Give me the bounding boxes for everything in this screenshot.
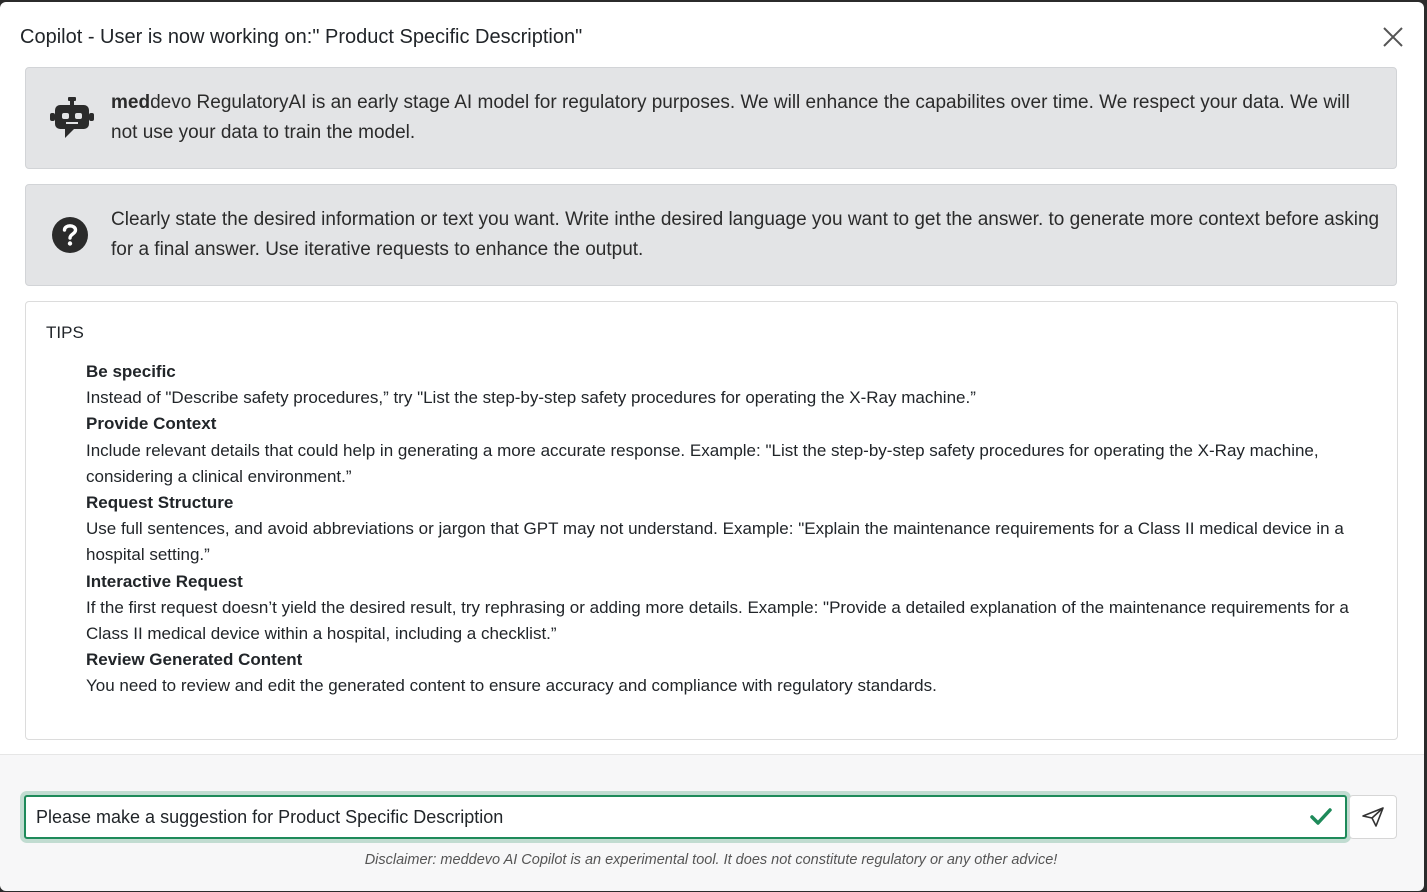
- tip-body: If the first request doesn’t yield the d…: [86, 597, 1349, 644]
- ai-notice-body: RegulatoryAI is an early stage AI model …: [111, 92, 1350, 143]
- tip-body: Include relevant details that could help…: [86, 440, 1319, 486]
- brand-bold: med: [111, 92, 151, 113]
- tip-heading: Be specific: [86, 362, 176, 381]
- tip-heading: Review Generated Content: [86, 650, 303, 670]
- tip-item: Request Structure Use full sentences, an…: [86, 490, 1386, 569]
- help-notice: Clearly state the desired information or…: [25, 184, 1397, 286]
- close-button[interactable]: [1380, 24, 1406, 50]
- tips-panel: TIPS Be specific Instead of "Describe sa…: [25, 301, 1398, 740]
- question-circle-icon: [48, 211, 96, 259]
- robot-icon: [48, 94, 96, 142]
- tip-item: Be specific Instead of "Describe safety …: [86, 359, 1386, 411]
- help-notice-text: Clearly state the desired information or…: [111, 209, 1380, 260]
- tip-heading: Provide Context: [86, 414, 217, 434]
- tip-item: Interactive Request If the first request…: [86, 569, 1386, 648]
- tip-body: Use full sentences, and avoid abbreviati…: [86, 519, 1344, 565]
- tips-list: Be specific Instead of "Describe safety …: [86, 359, 1386, 700]
- send-button[interactable]: [1349, 795, 1397, 839]
- tip-item: Review Generated Content You need to rev…: [86, 647, 1386, 699]
- tip-heading: Request Structure: [86, 493, 234, 513]
- prompt-input[interactable]: [36, 803, 1296, 831]
- send-icon: [1362, 807, 1384, 827]
- tip-body: Instead of "Describe safety procedures,”…: [86, 388, 976, 408]
- copilot-modal: Copilot - User is now working on:" Produ…: [0, 2, 1424, 891]
- tip-body: You need to review and edit the generate…: [86, 676, 937, 696]
- modal-header: Copilot - User is now working on:" Produ…: [0, 2, 1424, 64]
- ai-notice-text: meddevo RegulatoryAI is an early stage A…: [111, 88, 1381, 148]
- tip-item: Provide Context Include relevant details…: [86, 411, 1386, 490]
- modal-title: Copilot - User is now working on:" Produ…: [20, 26, 583, 48]
- tips-title: TIPS: [46, 323, 84, 342]
- tip-heading: Interactive Request: [86, 571, 243, 591]
- ai-notice: meddevo RegulatoryAI is an early stage A…: [25, 67, 1397, 169]
- disclaimer: Disclaimer: meddevo AI Copilot is an exp…: [364, 852, 1058, 868]
- check-icon: [1310, 808, 1332, 825]
- brand-rest: devo: [150, 92, 192, 113]
- prompt-field[interactable]: [24, 795, 1347, 839]
- close-icon: [1383, 27, 1403, 47]
